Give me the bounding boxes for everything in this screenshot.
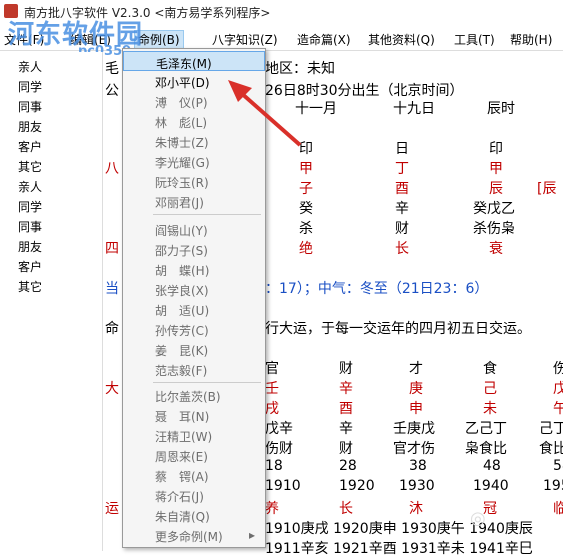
annotation-arrow-icon [228, 80, 302, 147]
corner-watermark: ◎ [470, 508, 486, 529]
